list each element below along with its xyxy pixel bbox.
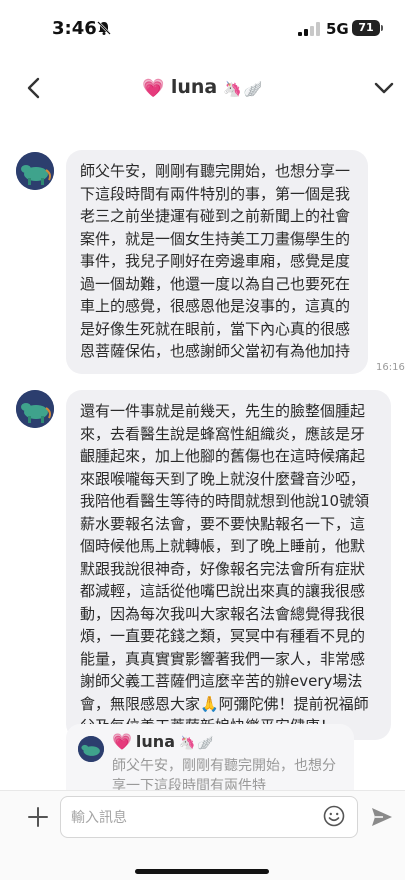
message-text: 還有一件事就是前幾天，先生的臉整個腫起來，去看醫生說是蜂窩性組織炎，應該是牙齦腫…	[80, 402, 370, 735]
send-icon[interactable]	[370, 805, 394, 829]
message-bubble[interactable]: 還有一件事就是前幾天，先生的臉整個腫起來，去看醫生說是蜂窩性組織炎，應該是牙齦腫…	[66, 390, 391, 740]
avatar	[78, 736, 104, 762]
composer-bar	[0, 790, 405, 880]
message-time: 16:16	[376, 362, 405, 373]
battery-tip	[381, 25, 383, 31]
chat-header: 💗 luna 🦄 🪽	[0, 56, 405, 122]
horse-avatar-icon	[16, 152, 54, 190]
status-time: 3:46	[52, 18, 97, 39]
reply-text: 師父午安，剛剛有聽完開始，也想分享一下這段時間有兩件特	[112, 758, 336, 790]
chevron-down-icon[interactable]	[373, 78, 395, 98]
avatar[interactable]	[16, 390, 54, 428]
avatar[interactable]	[16, 152, 54, 190]
unicorn-icon: 🦄	[223, 80, 242, 98]
wing-icon: 🪽	[243, 80, 263, 98]
chat-title[interactable]: 💗 luna 🦄 🪽	[0, 76, 405, 99]
message-input-box	[60, 796, 358, 838]
bell-muted-icon	[97, 21, 111, 35]
heart-icon: 💗	[142, 78, 165, 99]
horse-avatar-icon	[78, 736, 104, 762]
reply-sender: 💗 luna 🦄 🪽	[112, 732, 213, 751]
reply-preview[interactable]: 💗 luna 🦄 🪽 師父午安，剛剛有聽完開始，也想分享一下這段時間有兩件特	[66, 724, 354, 790]
smiley-icon[interactable]	[323, 805, 345, 827]
unicorn-icon: 🦄	[178, 736, 196, 751]
plus-icon[interactable]	[26, 805, 50, 829]
heart-icon: 💗	[112, 732, 132, 751]
battery-icon: 71	[352, 20, 380, 36]
message-bubble[interactable]: 師父午安，剛剛有聽完開始，也想分享一下這段時間有兩件特別的事，第一個是我老三之前…	[66, 150, 368, 374]
signal-icon	[298, 22, 320, 36]
status-bar: 3:46 5G 71	[0, 0, 405, 56]
message-input[interactable]	[69, 805, 313, 831]
message-text: 師父午安，剛剛有聽完開始，也想分享一下這段時間有兩件特別的事，第一個是我老三之前…	[80, 162, 351, 360]
home-indicator	[135, 869, 269, 874]
wing-icon: 🪽	[197, 736, 214, 751]
reply-sender-name: luna	[135, 732, 175, 751]
message-list[interactable]: 師父午安，剛剛有聽完開始，也想分享一下這段時間有兩件特別的事，第一個是我老三之前…	[0, 122, 405, 790]
contact-name: luna	[170, 76, 218, 98]
network-type: 5G	[326, 20, 349, 38]
horse-avatar-icon	[16, 390, 54, 428]
